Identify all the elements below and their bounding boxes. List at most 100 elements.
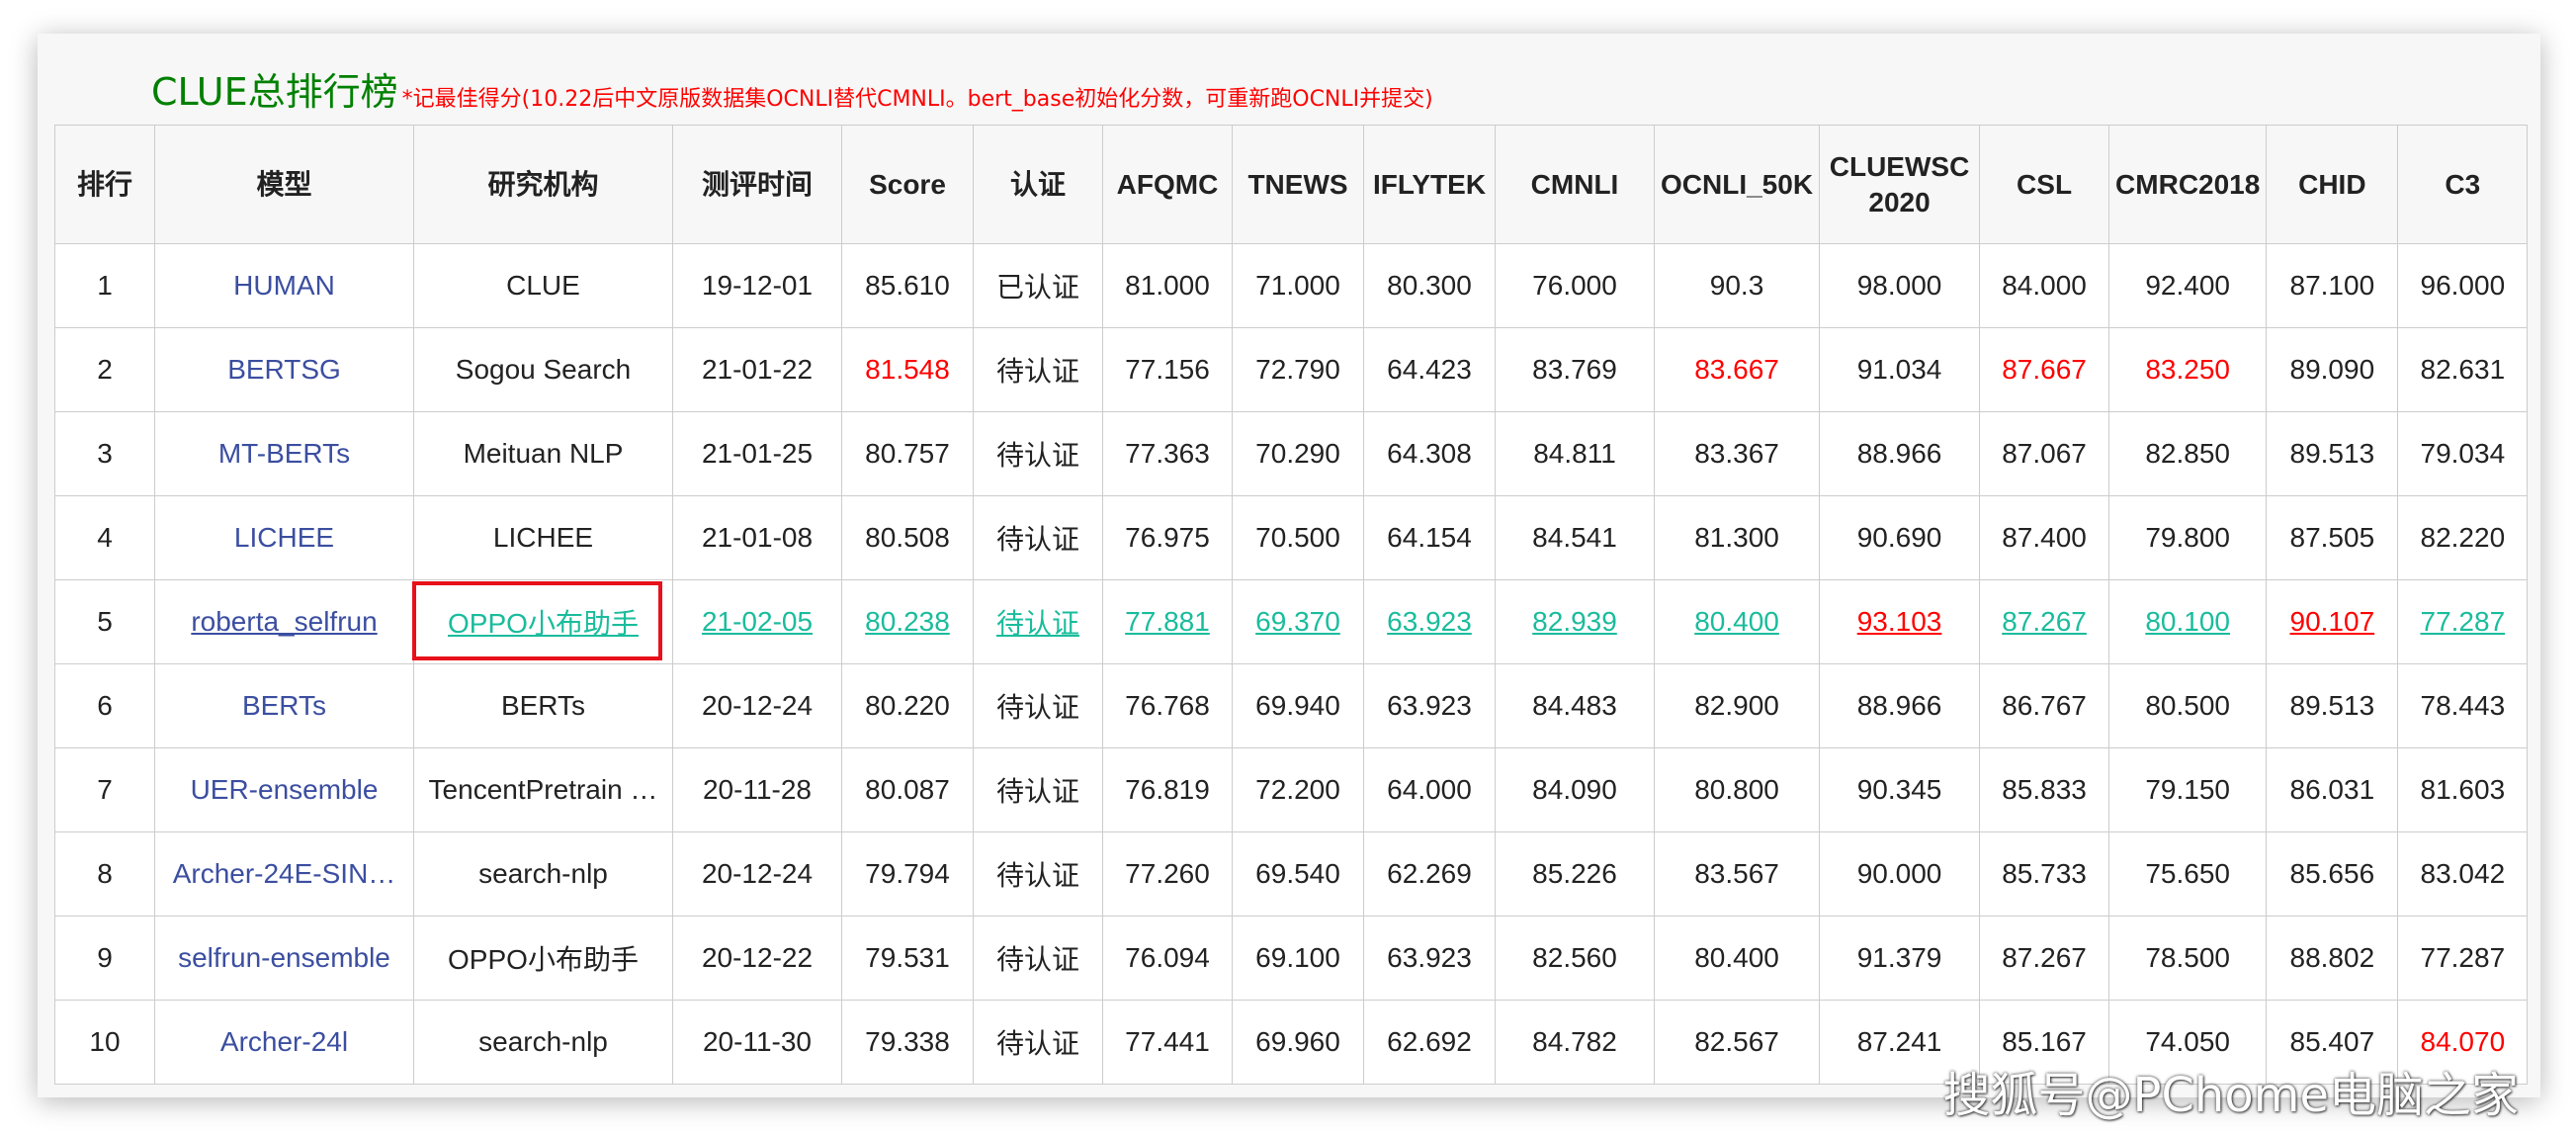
- cell-cmnli: 82.560: [1495, 916, 1655, 1001]
- cell-tnews: 69.370: [1232, 579, 1364, 664]
- cell-csl: 84.000: [1979, 243, 2110, 328]
- model-link[interactable]: MT-BERTs: [154, 411, 414, 496]
- cell-iflytek: 64.423: [1363, 327, 1496, 412]
- model-link[interactable]: selfrun-ensemble: [154, 916, 414, 1001]
- cell-date: 20-12-24: [672, 831, 842, 917]
- cell-score: 79.338: [841, 1000, 974, 1085]
- model-link[interactable]: Archer-24E-SIN…: [154, 831, 414, 917]
- table-row: 1 HUMAN CLUE 19-12-01 85.610 已认证 81.000 71.000 8…: [54, 243, 2529, 328]
- column-header-cluewsc: CLUEWSC 2020: [1819, 125, 1981, 244]
- cell-cert: 待认证: [973, 579, 1103, 664]
- cell-cmrc: 79.800: [2108, 495, 2268, 580]
- cell-cmrc: 80.500: [2108, 663, 2268, 748]
- cell-score: 80.757: [841, 411, 974, 496]
- cell-date: 20-11-28: [672, 747, 842, 832]
- cell-org: TencentPretrain …: [413, 747, 673, 832]
- cell-afqmc: 77.363: [1102, 411, 1233, 496]
- cell-org: OPPO小布助手: [413, 916, 673, 1001]
- cell-afqmc: 76.094: [1102, 916, 1233, 1001]
- column-header-date: 测评时间: [672, 125, 842, 244]
- cell-cmnli: 84.811: [1495, 411, 1655, 496]
- cell-iflytek: 63.923: [1363, 916, 1496, 1001]
- cell-cmrc: 80.100: [2108, 579, 2268, 664]
- cell-org: search-nlp: [413, 1000, 673, 1085]
- cell-tnews: 70.290: [1232, 411, 1364, 496]
- cell-rank: 4: [54, 495, 155, 580]
- table-row: 9 selfrun-ensemble OPPO小布助手 20-12-22 79.531 待…: [54, 916, 2529, 1001]
- column-header-afqmc: AFQMC: [1102, 125, 1233, 244]
- cell-cmnli: 76.000: [1495, 243, 1655, 328]
- cell-csl: 87.067: [1979, 411, 2110, 496]
- cell-date: 20-12-24: [672, 663, 842, 748]
- cell-cluewsc: 91.379: [1819, 916, 1981, 1001]
- cell-date: 21-01-25: [672, 411, 842, 496]
- cell-rank: 9: [54, 916, 155, 1001]
- board-title: CLUE总排行榜: [151, 70, 398, 114]
- cell-ocnli: 83.367: [1653, 411, 1821, 496]
- cell-org: CLUE: [413, 243, 673, 328]
- cell-c3: 78.443: [2397, 663, 2529, 748]
- cell-afqmc: 77.881: [1102, 579, 1233, 664]
- column-header-chid: CHID: [2266, 125, 2399, 244]
- cell-tnews: 71.000: [1232, 243, 1364, 328]
- cell-score: 79.794: [841, 831, 974, 917]
- cell-csl: 87.267: [1979, 579, 2110, 664]
- cell-cmnli: 83.769: [1495, 327, 1655, 412]
- cell-csl: 87.667: [1979, 327, 2110, 412]
- cell-tnews: 69.540: [1232, 831, 1364, 917]
- cell-csl: 86.767: [1979, 663, 2110, 748]
- cell-cluewsc: 88.966: [1819, 663, 1981, 748]
- cell-iflytek: 63.923: [1363, 579, 1496, 664]
- cell-csl: 85.833: [1979, 747, 2110, 832]
- column-header-cert: 认证: [973, 125, 1103, 244]
- model-link[interactable]: UER-ensemble: [154, 747, 414, 832]
- column-header-tnews: TNEWS: [1232, 125, 1364, 244]
- cell-ocnli: 83.567: [1653, 831, 1821, 917]
- cell-date: 20-11-30: [672, 1000, 842, 1085]
- cell-tnews: 69.100: [1232, 916, 1364, 1001]
- board-header: CLUE总排行榜 *记最佳得分(10.22后中文原版数据集OCNLI替代CMNL…: [151, 57, 1433, 117]
- cell-score: 80.238: [841, 579, 974, 664]
- table-row: 7 UER-ensemble TencentPretrain … 20-11-28 80…: [54, 747, 2529, 832]
- cell-cmnli: 84.090: [1495, 747, 1655, 832]
- cell-rank: 1: [54, 243, 155, 328]
- model-link[interactable]: roberta_selfrun: [154, 579, 414, 664]
- leaderboard-table: 排行 模型 研究机构 测评时间 Score 认证 AFQMC TNEWS IFLYTEK CMNL…: [54, 125, 2529, 1085]
- cell-cert: 待认证: [973, 495, 1103, 580]
- cell-csl: 87.267: [1979, 916, 2110, 1001]
- header-row: 排行 模型 研究机构 测评时间 Score 认证 AFQMC TNEWS IFLYTEK CMNL…: [54, 125, 2529, 244]
- cell-org: LICHEE: [413, 495, 673, 580]
- cell-rank: 2: [54, 327, 155, 412]
- cell-afqmc: 76.975: [1102, 495, 1233, 580]
- cell-afqmc: 81.000: [1102, 243, 1233, 328]
- model-link[interactable]: HUMAN: [154, 243, 414, 328]
- model-link[interactable]: BERTs: [154, 663, 414, 748]
- table-row: 8 Archer-24E-SIN… search-nlp 20-12-24 79.794…: [54, 831, 2529, 917]
- cell-iflytek: 64.154: [1363, 495, 1496, 580]
- model-link[interactable]: BERTSG: [154, 327, 414, 412]
- cell-tnews: 70.500: [1232, 495, 1364, 580]
- cell-afqmc: 76.768: [1102, 663, 1233, 748]
- cell-rank: 5: [54, 579, 155, 664]
- cell-csl: 87.400: [1979, 495, 2110, 580]
- cell-cluewsc: 88.966: [1819, 411, 1981, 496]
- cell-chid: 86.031: [2266, 747, 2399, 832]
- cell-cmnli: 84.541: [1495, 495, 1655, 580]
- cell-tnews: 72.200: [1232, 747, 1364, 832]
- cell-c3: 83.042: [2397, 831, 2529, 917]
- column-header-cmrc: CMRC2018: [2108, 125, 2268, 244]
- cell-cmrc: 92.400: [2108, 243, 2268, 328]
- cell-score: 79.531: [841, 916, 974, 1001]
- cell-ocnli: 80.800: [1653, 747, 1821, 832]
- cell-c3: 79.034: [2397, 411, 2529, 496]
- cell-org: Sogou Search: [413, 327, 673, 412]
- table-row: 6 BERTs BERTs 20-12-24 80.220 待认证 76.768 69.940…: [54, 663, 2529, 748]
- model-link[interactable]: LICHEE: [154, 495, 414, 580]
- cell-ocnli: 83.667: [1653, 327, 1821, 412]
- column-header-cmnli: CMNLI: [1495, 125, 1655, 244]
- cell-cert: 待认证: [973, 327, 1103, 412]
- cell-cert: 待认证: [973, 831, 1103, 917]
- model-link[interactable]: Archer-24l: [154, 1000, 414, 1085]
- cell-iflytek: 62.269: [1363, 831, 1496, 917]
- cell-cluewsc: 90.345: [1819, 747, 1981, 832]
